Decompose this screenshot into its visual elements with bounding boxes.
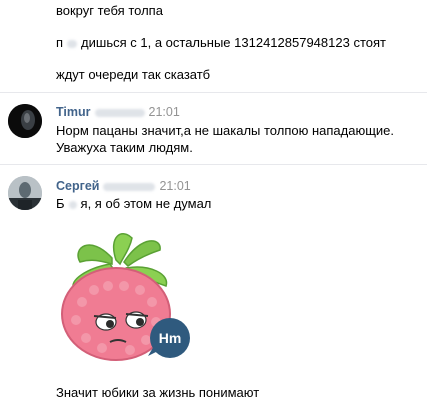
message-text-line: Бя, я об этом не думал <box>56 195 211 212</box>
message-text-line: Норм пацаны значит,а не шакалы толпою на… <box>56 123 394 138</box>
message-time[interactable]: 21:01 <box>159 179 190 193</box>
message-divider <box>0 92 427 93</box>
message-time[interactable]: 21:01 <box>149 105 180 119</box>
message-text-line: ждут очереди так сказатб <box>56 67 211 82</box>
blurred-text <box>68 200 77 209</box>
author-name[interactable]: Timur <box>56 105 91 119</box>
message-divider <box>0 164 427 165</box>
message-text-fragment: я, я об этом не думал <box>80 196 212 211</box>
message-text-fragment: п <box>56 35 64 50</box>
avatar-image <box>8 104 42 138</box>
message-text-line: Значит юбики за жизнь понимают <box>56 385 260 400</box>
message-text-line: вокруг тебя толпа <box>56 3 163 18</box>
author-name[interactable]: Сергей <box>56 179 99 193</box>
message-header: Сергей 21:01 <box>56 178 191 194</box>
message-header: Timur 21:01 <box>56 104 180 120</box>
message-text-line: Уважуха таким людям. <box>56 140 193 155</box>
avatar[interactable] <box>8 104 42 138</box>
message-text-line: п дишься с 1, а остальные 131241285794812… <box>56 34 386 51</box>
raspberry-sticker[interactable]: Hm <box>50 228 200 364</box>
sticker-bubble-text: Hm <box>159 330 182 346</box>
message-text-fragment: дишься с 1, а остальные 1312412857948123… <box>81 35 386 50</box>
avatar-image <box>8 176 42 210</box>
blurred-text <box>103 182 156 191</box>
message-text-fragment: Б <box>56 196 65 211</box>
blurred-text <box>94 108 145 117</box>
blurred-text <box>67 39 78 48</box>
avatar[interactable] <box>8 176 42 210</box>
